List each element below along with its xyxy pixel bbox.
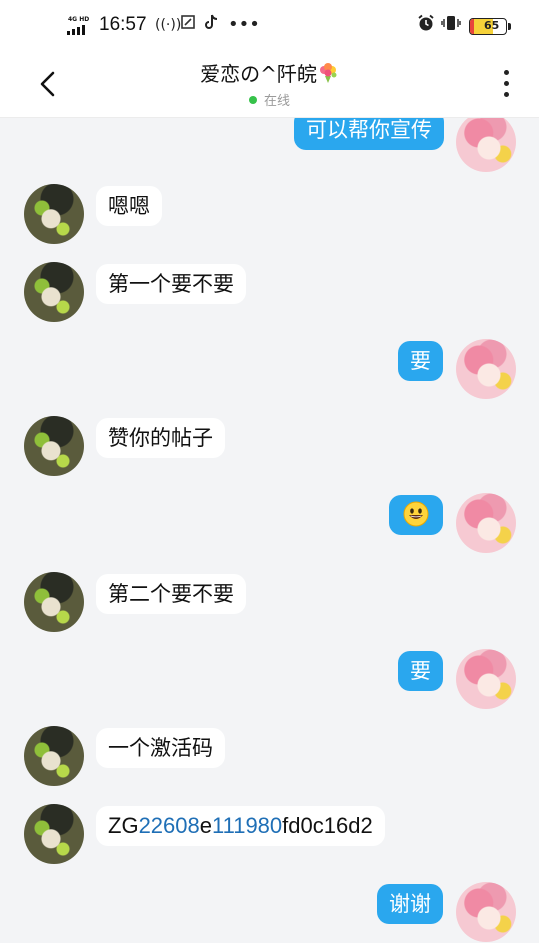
message-thread[interactable]: 可以帮你宣传 嗯嗯 第一个要不要 要 赞你的帖子 第二个要不要 要 一个激活码 … <box>0 118 539 943</box>
contact-avatar[interactable] <box>24 262 84 322</box>
outgoing-bubble[interactable]: 谢谢 <box>377 884 443 924</box>
network-label: 4G HD <box>68 16 90 23</box>
alarm-icon <box>417 14 435 38</box>
online-dot <box>248 96 257 104</box>
chat-title-area[interactable]: 爱恋の^阡皖 在线 <box>120 58 419 109</box>
incoming-bubble[interactable]: 赞你的帖子 <box>96 418 225 458</box>
contact-avatar[interactable] <box>24 726 84 786</box>
contact-avatar[interactable] <box>24 572 84 632</box>
more-options-button[interactable] <box>492 64 520 104</box>
chevron-left-icon <box>40 71 55 97</box>
bouquet-icon <box>317 62 339 84</box>
incoming-bubble[interactable]: 一个激活码 <box>96 728 225 768</box>
vertical-dots-icon-dot <box>504 92 509 97</box>
self-avatar[interactable] <box>456 649 516 709</box>
self-avatar[interactable] <box>456 882 516 942</box>
chat-screen: 4G HD 16:57 ((·)) ••• 65 爱恋の^阡皖 在线 可以帮你宣… <box>0 0 539 943</box>
self-avatar[interactable] <box>456 118 516 172</box>
code-segment: ZG <box>108 813 139 838</box>
contact-avatar[interactable] <box>24 416 84 476</box>
back-button[interactable] <box>28 60 68 104</box>
outgoing-bubble[interactable]: 要 <box>398 651 443 691</box>
presence-label: 在线 <box>263 94 290 109</box>
status-time: 16:57 <box>99 14 147 35</box>
outgoing-bubble[interactable]: 要 <box>398 341 443 381</box>
code-number-link[interactable]: 111980 <box>212 813 282 838</box>
vertical-dots-icon-dot <box>504 81 509 86</box>
battery-indicator: 65 <box>469 18 507 35</box>
tiktok-icon <box>204 14 218 36</box>
activation-code-bubble[interactable]: ZG22608e111980fd0c16d2 <box>96 806 385 846</box>
outgoing-bubble[interactable]: 可以帮你宣传 <box>294 118 444 150</box>
vertical-dots-icon <box>504 70 509 75</box>
battery-percent: 65 <box>484 19 500 32</box>
contact-avatar[interactable] <box>24 184 84 244</box>
vibrate-icon <box>441 14 461 38</box>
screenshot-icon <box>180 14 196 36</box>
presence-status: 在线 <box>120 90 419 109</box>
nfc-icon: ((·)) <box>155 17 182 33</box>
self-avatar[interactable] <box>456 493 516 553</box>
self-avatar[interactable] <box>456 339 516 399</box>
more-dots-icon: ••• <box>228 14 260 35</box>
status-bar: 4G HD 16:57 ((·)) ••• 65 <box>0 0 539 52</box>
signal-bars-icon <box>67 25 85 35</box>
battery-tip <box>508 23 511 30</box>
incoming-bubble[interactable]: 第一个要不要 <box>96 264 246 304</box>
contact-name-row: 爱恋の^阡皖 <box>120 58 419 87</box>
outgoing-emoji-bubble[interactable] <box>389 495 443 535</box>
code-number-link[interactable]: 22608 <box>139 813 200 838</box>
chat-header: 爱恋の^阡皖 在线 <box>0 52 539 118</box>
network-indicator: 4G HD <box>66 16 96 36</box>
contact-avatar[interactable] <box>24 804 84 864</box>
incoming-bubble[interactable]: 第二个要不要 <box>96 574 246 614</box>
contact-name: 爱恋の^阡皖 <box>200 62 317 86</box>
incoming-bubble[interactable]: 嗯嗯 <box>96 186 162 226</box>
code-segment: fd0c16d2 <box>282 813 373 838</box>
code-segment: e <box>199 813 212 838</box>
grinning-face-icon <box>403 500 429 527</box>
